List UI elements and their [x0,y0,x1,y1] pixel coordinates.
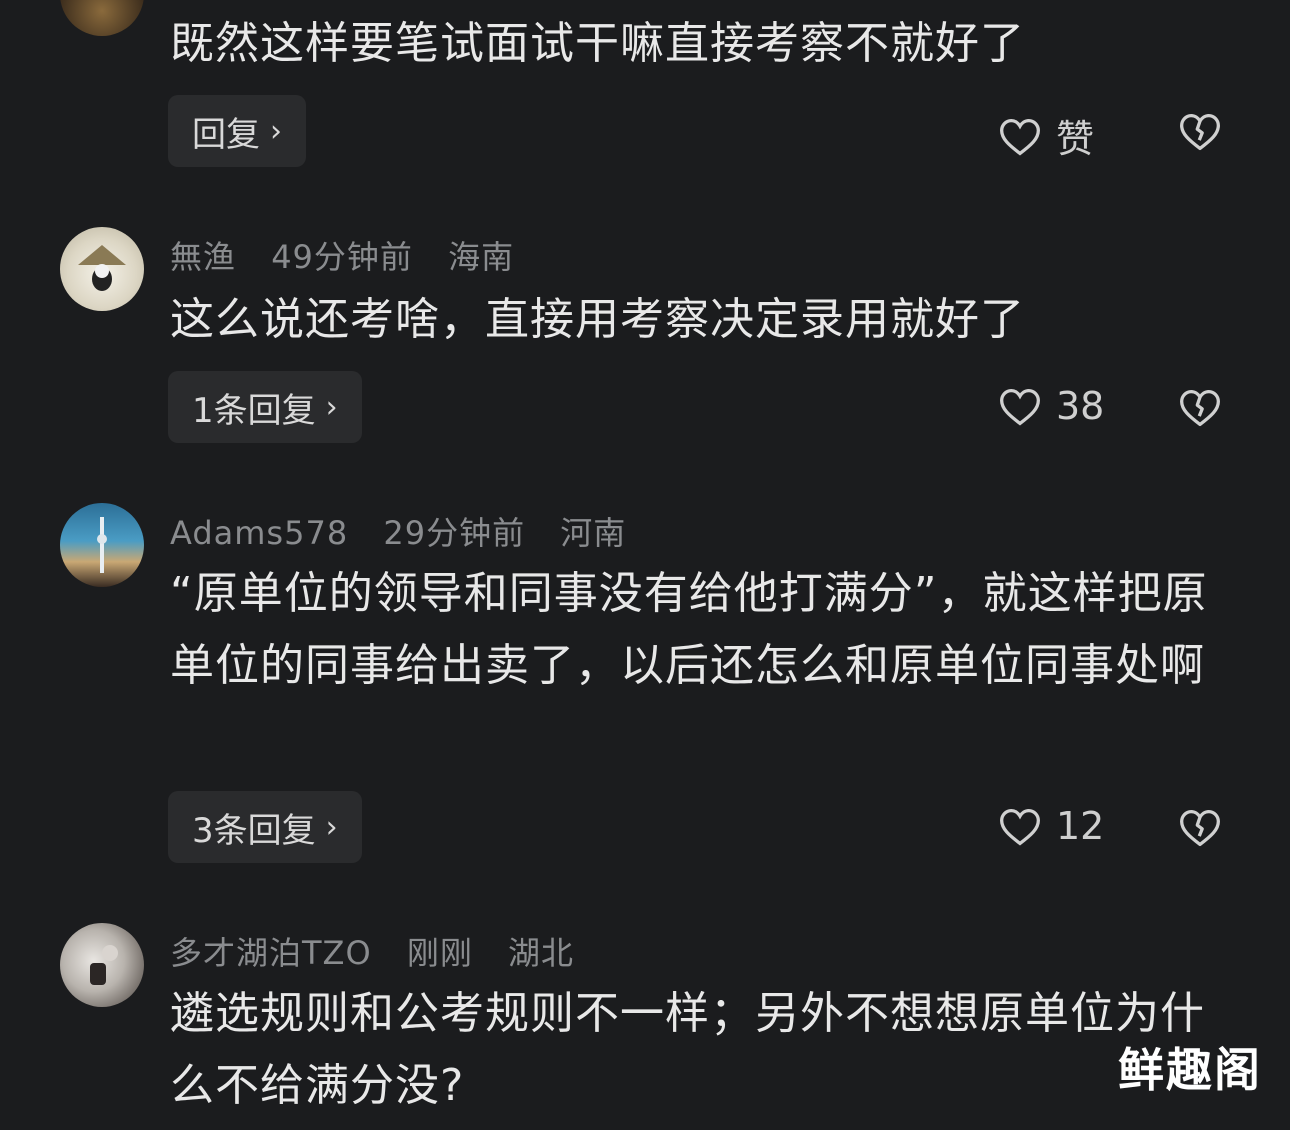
timestamp: 49分钟前 [271,238,413,276]
reply-button[interactable]: 3条回复 › [168,791,362,863]
like-count: 12 [1056,804,1105,848]
username[interactable]: 多才湖泊TZO [170,934,372,972]
comment-meta: Adams578 29分钟前 河南 [170,508,650,554]
like-button[interactable]: 赞 [998,108,1094,163]
avatar[interactable] [60,503,144,587]
broken-heart-icon [1180,113,1220,151]
timestamp: 29分钟前 [383,514,526,552]
chevron-right-icon: › [325,389,338,425]
heart-outline-icon [1000,118,1040,155]
like-count: 赞 [1056,117,1095,161]
watermark: 鲜趣阁 [1118,1043,1262,1097]
comment-text: 这么说还考啥，直接用考察决定录用就好了 [170,294,1025,345]
like-button[interactable]: 12 [998,804,1104,848]
dislike-button[interactable] [1178,806,1222,852]
avatar[interactable] [60,0,144,36]
location: 海南 [448,238,515,276]
broken-heart-icon [1180,389,1220,427]
reply-button[interactable]: 1条回复 › [168,371,362,443]
like-count: 38 [1056,384,1105,428]
reply-label: 1条回复 [192,390,316,431]
comment-text: “原单位的领导和同事没有给他打满分”，就这样把原单位的同事给出卖了，以后还怎么和… [170,568,1208,691]
avatar[interactable] [60,227,144,311]
like-button[interactable]: 38 [998,384,1104,428]
timestamp: 刚刚 [406,934,473,972]
comment-meta: 無渔 49分钟前 海南 [170,232,538,278]
location: 河南 [560,514,627,552]
heart-outline-icon [1000,808,1040,846]
dislike-button[interactable] [1178,110,1222,156]
chevron-right-icon: › [270,113,282,149]
comment-text: 遴选规则和公考规则不一样；另外不想想原单位为什么不给满分没? [170,988,1205,1111]
location: 湖北 [508,934,575,972]
comment-text: 既然这样要笔试面试干嘛直接考察不就好了 [170,18,1025,69]
broken-heart-icon [1180,809,1220,847]
reply-label: 回复 [192,114,260,155]
comment-meta: 多才湖泊TZO 刚刚 湖北 [170,928,598,974]
avatar[interactable] [60,923,144,1007]
chevron-right-icon: › [325,809,338,845]
reply-label: 3条回复 [192,810,316,851]
username[interactable]: Adams578 [170,514,348,552]
heart-outline-icon [1000,388,1040,426]
reply-button[interactable]: 回复 › [168,95,306,167]
dislike-button[interactable] [1178,386,1222,432]
username[interactable]: 無渔 [170,238,236,276]
